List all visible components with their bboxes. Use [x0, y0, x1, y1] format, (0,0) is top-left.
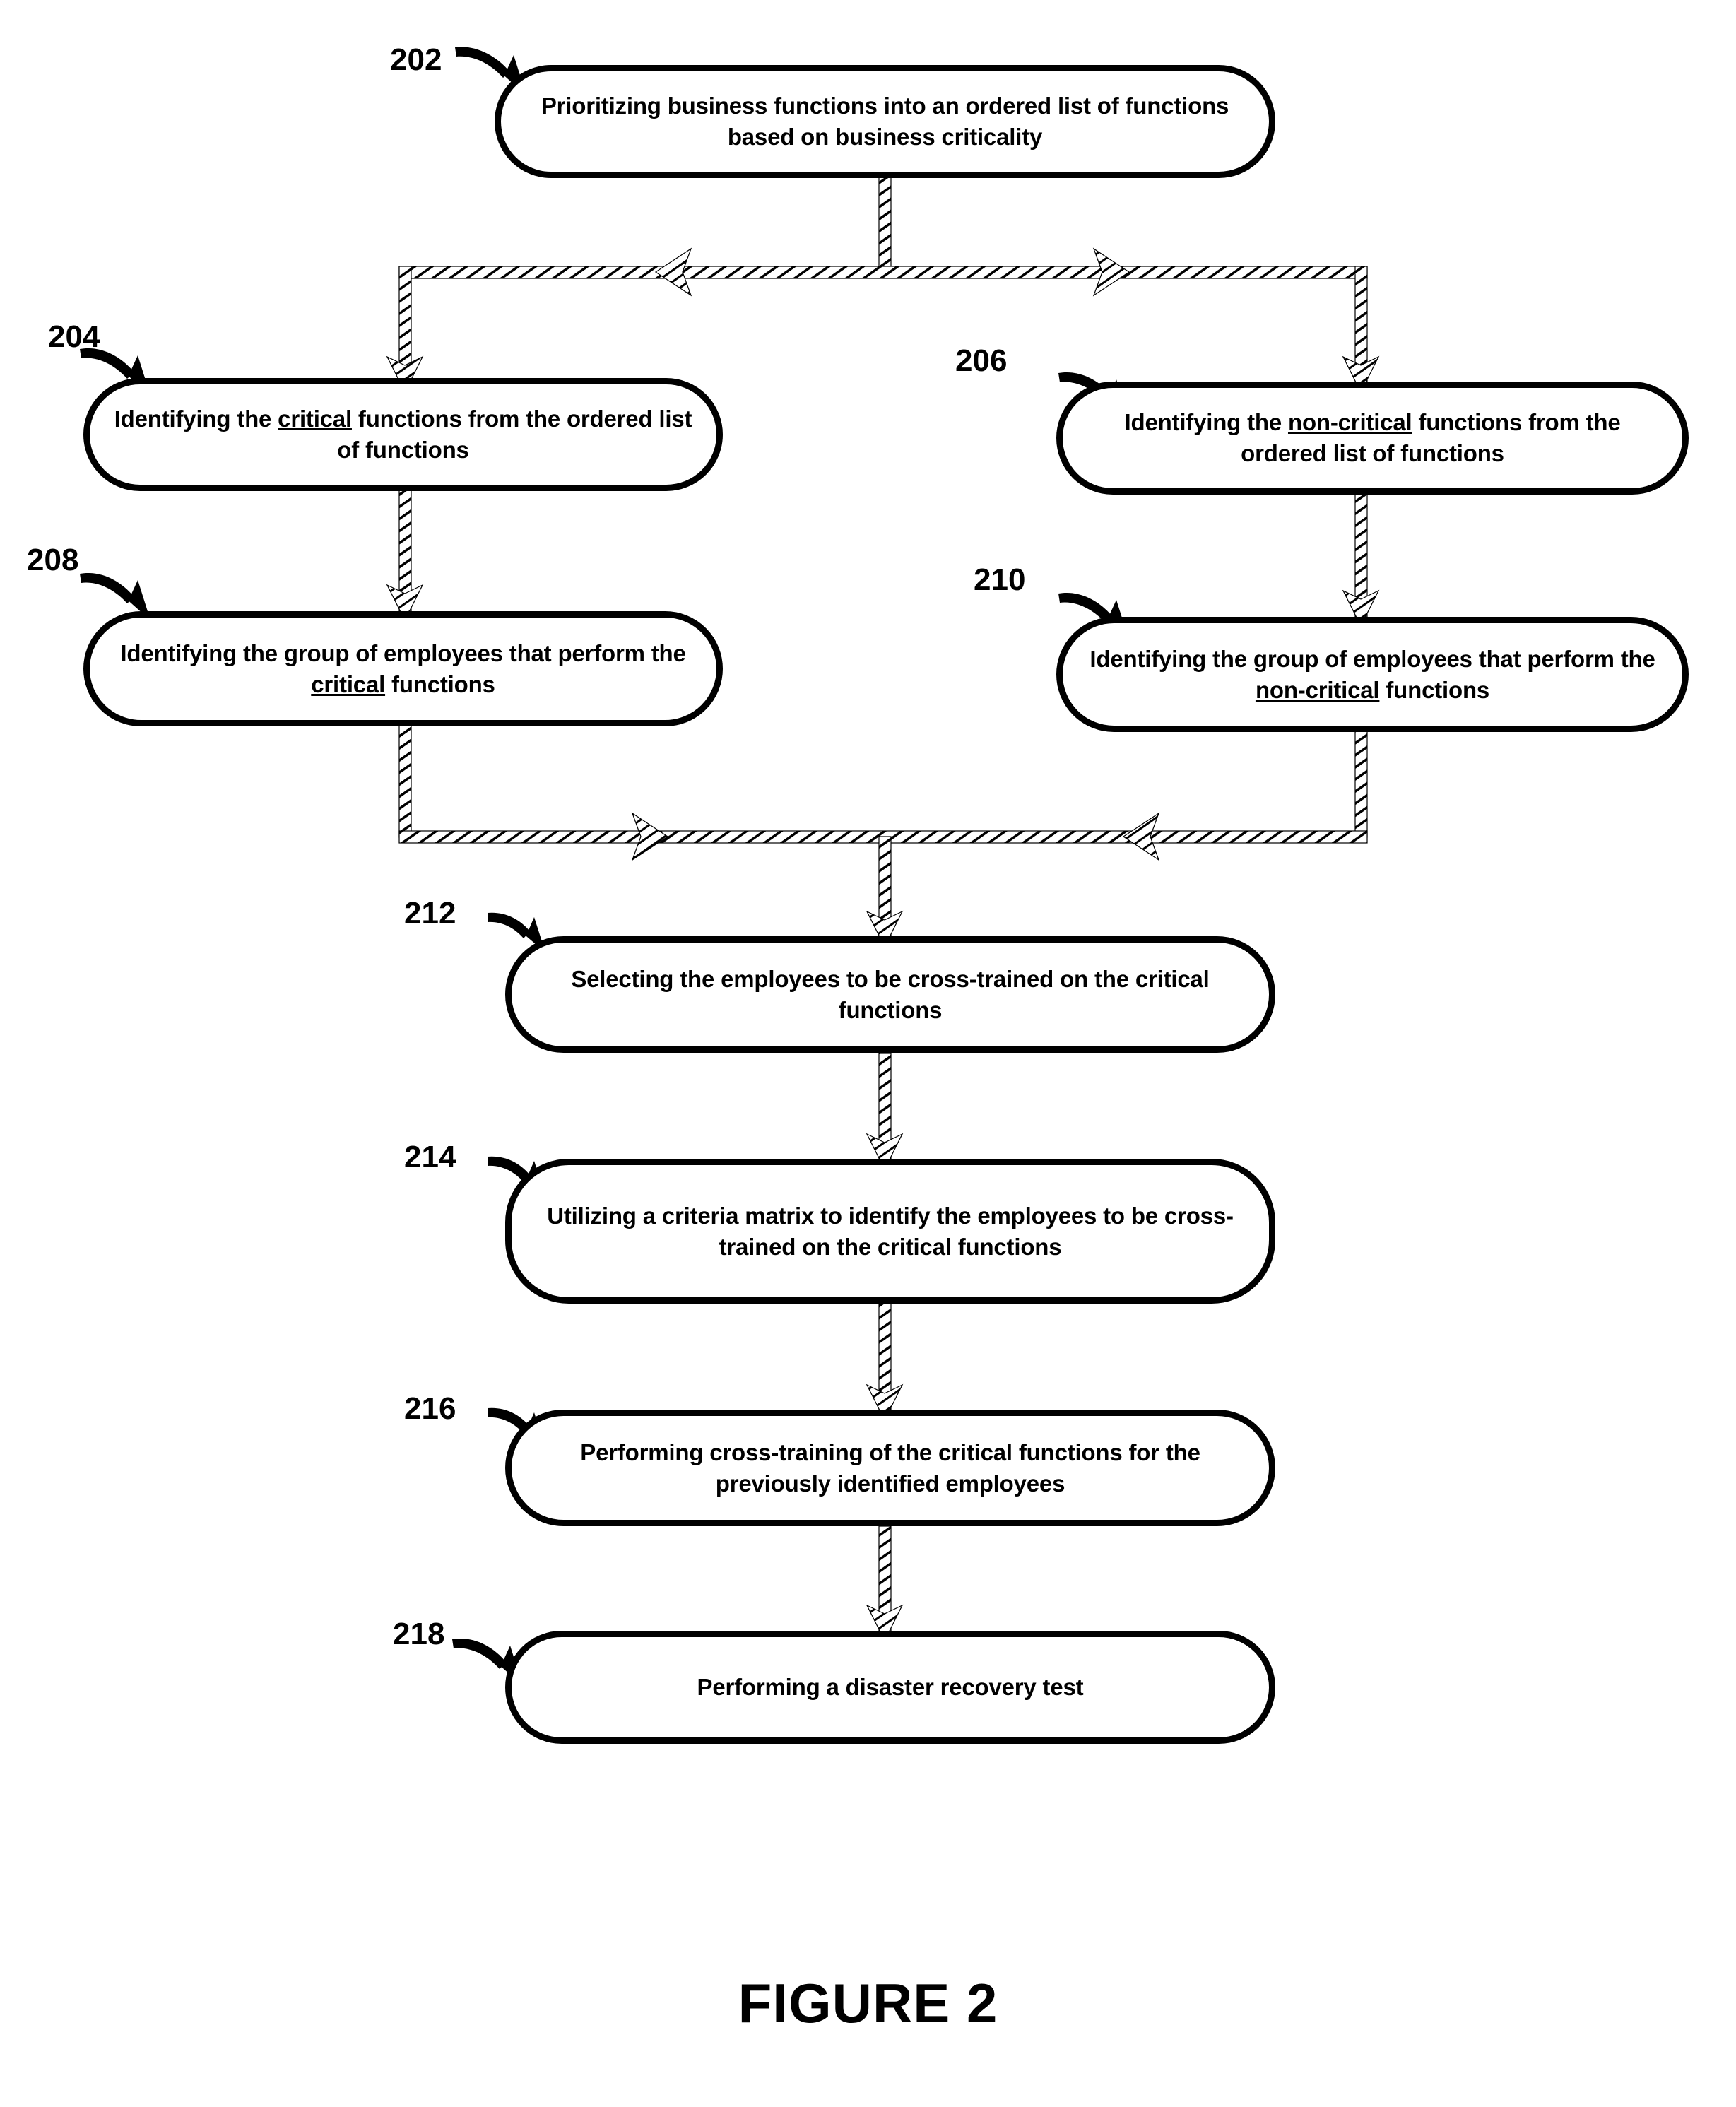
node-204-label: Identifying the critical functions from … [114, 406, 692, 463]
flowchart-node-214[interactable]: Utilizing a criteria matrix to identify … [505, 1159, 1275, 1304]
ref-numeral-206: 206 [955, 343, 1008, 378]
flowchart-node-206[interactable]: Identifying the non-critical functions f… [1056, 382, 1689, 495]
ref-numeral-214: 214 [404, 1140, 456, 1174]
node-208-label: Identifying the group of employees that … [120, 639, 686, 697]
figure-caption: FIGURE 2 [738, 1972, 998, 2034]
node-214-label: Utilizing a criteria matrix to identify … [547, 1202, 1234, 1260]
connector-206-to-210 [1342, 490, 1380, 627]
ref-numeral-204: 204 [48, 319, 100, 354]
node-206-label: Identifying the non-critical functions f… [1124, 409, 1621, 466]
connector-216-to-218 [866, 1525, 904, 1642]
node-218-label: Performing a disaster recovery test [697, 1674, 1084, 1701]
patent-figure: 202 204 206 208 210 212 214 216 218 Prio… [0, 0, 1736, 2107]
flowchart-node-218[interactable]: Performing a disaster recovery test [505, 1631, 1275, 1744]
node-202-label: Prioritizing business functions into an … [541, 93, 1229, 150]
flowchart-connectors [80, 47, 1380, 1686]
flowchart-node-208[interactable]: Identifying the group of employees that … [83, 611, 723, 726]
ref-numeral-216: 216 [404, 1391, 456, 1426]
node-216-label: Performing cross-training of the critica… [580, 1439, 1200, 1497]
ref-numeral-210: 210 [974, 562, 1026, 597]
ref-numeral-218: 218 [393, 1617, 445, 1651]
connector-204-to-208 [386, 487, 424, 622]
connector-214-to-216 [866, 1303, 904, 1422]
ref-numeral-208: 208 [27, 543, 79, 577]
split-bar-top [386, 247, 1380, 394]
flowchart-node-216[interactable]: Performing cross-training of the critica… [505, 1410, 1275, 1526]
merge-bar-bottom [398, 724, 1368, 948]
ref-numeral-212: 212 [404, 896, 456, 931]
flowchart-node-210[interactable]: Identifying the group of employees that … [1056, 617, 1689, 732]
node-210-label: Identifying the group of employees that … [1090, 645, 1655, 703]
flowchart-node-204[interactable]: Identifying the critical functions from … [83, 378, 723, 491]
connector-202-to-split [878, 176, 892, 275]
connector-212-to-214 [866, 1052, 904, 1171]
flowchart-node-212[interactable]: Selecting the employees to be cross-trai… [505, 936, 1275, 1053]
flowchart-node-202[interactable]: Prioritizing business functions into an … [495, 65, 1275, 178]
ref-numeral-202: 202 [390, 42, 442, 77]
node-212-label: Selecting the employees to be cross-trai… [571, 965, 1210, 1023]
